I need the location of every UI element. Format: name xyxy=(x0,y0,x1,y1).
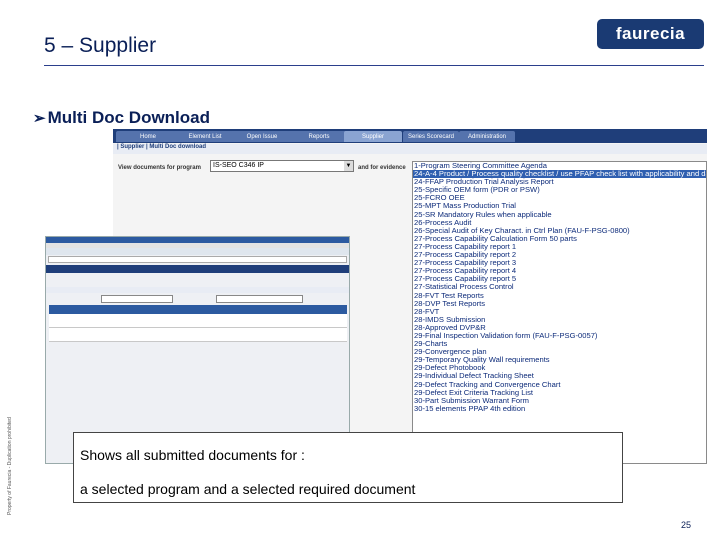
list-item[interactable]: 28-DVP Test Reports xyxy=(413,299,706,308)
inset-evidence-select xyxy=(216,295,303,303)
program-select-value: IS-SEO C346 IP xyxy=(213,162,264,169)
inset-table-header xyxy=(49,305,347,314)
tab-series-scorecard[interactable]: Series Scorecard xyxy=(403,131,459,142)
tab-open-issue[interactable]: Open Issue xyxy=(230,131,294,142)
tab-administration[interactable]: Administration xyxy=(459,131,515,142)
tab-supplier[interactable]: Supplier xyxy=(344,131,402,142)
inset-program-select xyxy=(101,295,173,303)
slide-title: 5 – Supplier xyxy=(44,34,157,57)
side-note: Property of Faurecia - Duplication prohi… xyxy=(7,417,13,515)
list-item[interactable]: 29-Final Inspection Validation form (FAU… xyxy=(413,331,706,340)
inset-navbar xyxy=(46,265,349,273)
bullet-text: Multi Doc Download xyxy=(47,108,211,127)
chevron-down-icon[interactable]: ▼ xyxy=(344,161,353,171)
table-row xyxy=(49,314,347,328)
tab-home[interactable]: Home xyxy=(116,131,180,142)
document-list[interactable]: 1-Program Steering Committee Agenda 24-A-… xyxy=(412,161,707,464)
callout-line-1: Shows all submitted documents for : xyxy=(80,447,305,463)
page-number: 25 xyxy=(681,520,692,530)
tab-element-list[interactable]: Element List xyxy=(173,131,237,142)
table-row xyxy=(49,328,347,342)
inset-screenshot xyxy=(45,236,350,464)
app-navbar: Home Element List Open Issue Reports Sup… xyxy=(113,129,707,143)
list-item[interactable]: 30-15 elements PPAP 4th edition xyxy=(413,404,706,413)
inset-address-bar xyxy=(48,256,347,263)
program-label: View documents for program xyxy=(118,165,201,171)
arrow-bullet-icon: ➢ xyxy=(33,110,46,127)
callout-line-2: a selected program and a selected requir… xyxy=(80,481,416,497)
inset-filter-form xyxy=(46,293,349,303)
callout-box: Shows all submitted documents for : a se… xyxy=(73,432,623,503)
inset-toolbar xyxy=(46,248,349,255)
title-divider xyxy=(44,65,704,66)
inset-results-table xyxy=(49,305,347,342)
program-select[interactable]: IS-SEO C346 IP ▼ xyxy=(210,160,354,172)
bullet-heading: ➢ Multi Doc Download xyxy=(33,108,210,128)
breadcrumb: | Supplier | Multi Doc download xyxy=(113,144,707,154)
tab-reports[interactable]: Reports xyxy=(287,131,351,142)
faurecia-logo: faurecia xyxy=(597,19,704,49)
evidence-label: and for evidence xyxy=(358,165,406,171)
